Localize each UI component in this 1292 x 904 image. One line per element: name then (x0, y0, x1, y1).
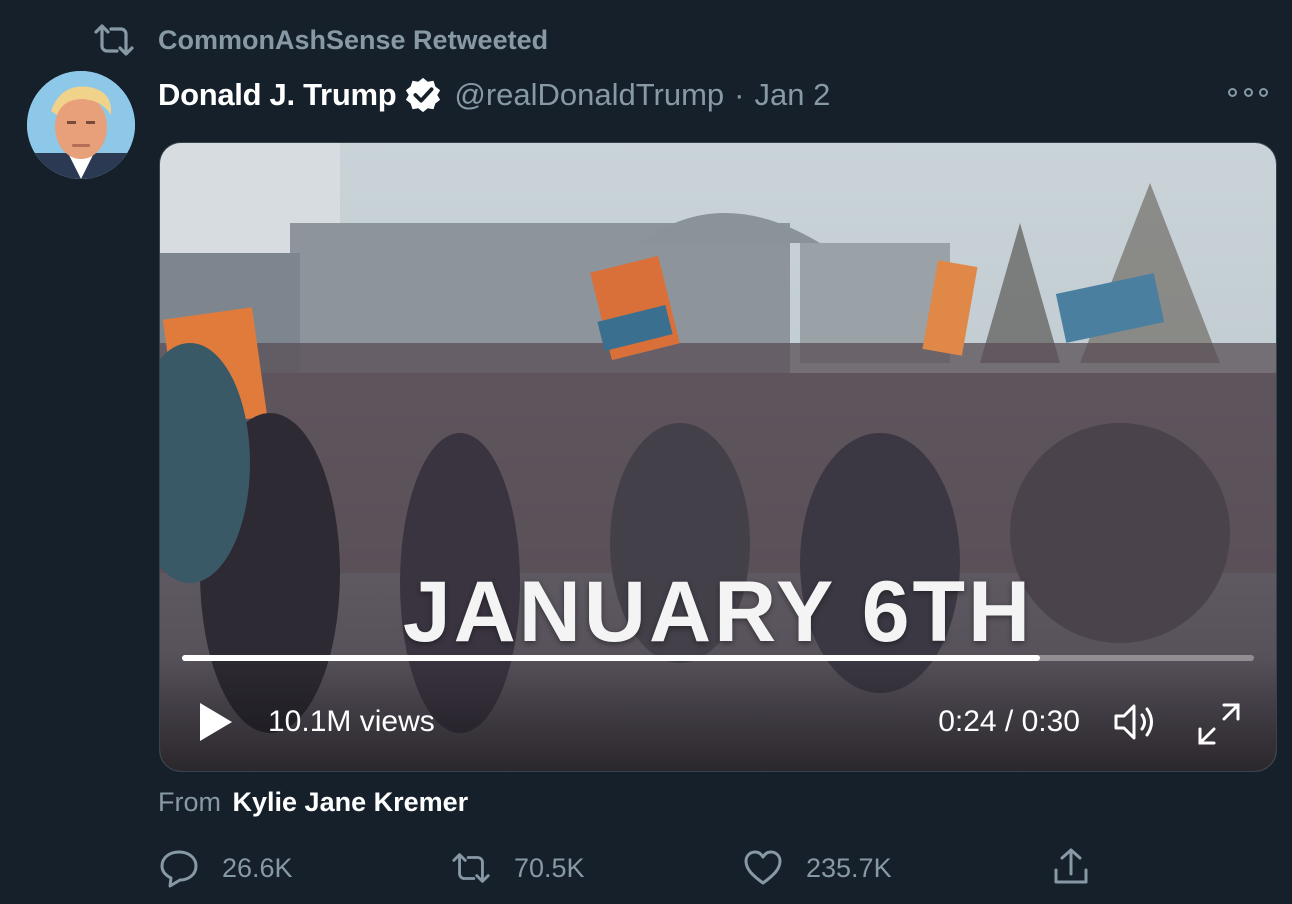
retweet-button[interactable]: 70.5K (450, 845, 585, 891)
video-progress-fill (182, 655, 1040, 661)
more-dot-icon (1228, 87, 1237, 97)
video-progress-bar[interactable] (182, 655, 1254, 661)
tweet-header: Donald J. Trump @realDonaldTrump · Jan 2 (158, 72, 830, 118)
view-count: 10.1M views (268, 705, 435, 738)
attribution: From Kylie Jane Kremer (158, 787, 468, 818)
tweet-date[interactable]: Jan 2 (755, 77, 831, 113)
like-count: 235.7K (806, 852, 892, 883)
avatar[interactable] (27, 71, 135, 179)
author-handle[interactable]: @realDonaldTrump (454, 77, 724, 113)
share-icon[interactable] (1050, 846, 1092, 888)
retweet-icon (94, 24, 134, 56)
from-label: From (158, 787, 221, 817)
video-player[interactable]: JANUARY 6TH 10.1M views 0:24 / 0:30 (159, 142, 1277, 772)
more-dot-icon (1259, 87, 1268, 97)
retweet-count: 70.5K (514, 852, 585, 883)
retweet-action-icon (452, 853, 490, 883)
reply-count: 26.6K (222, 852, 293, 883)
avatar-image (27, 71, 135, 179)
from-user-link[interactable]: Kylie Jane Kremer (233, 787, 469, 817)
separator-dot: · (734, 77, 745, 112)
play-icon[interactable] (198, 701, 234, 743)
more-options-button[interactable] (1228, 80, 1268, 104)
author-name[interactable]: Donald J. Trump (158, 77, 397, 113)
heart-icon (744, 850, 782, 885)
retweet-context[interactable]: CommonAshSense Retweeted (92, 20, 548, 60)
more-dot-icon (1243, 87, 1253, 97)
retweet-label: CommonAshSense Retweeted (158, 24, 549, 55)
fullscreen-icon[interactable] (1196, 701, 1242, 747)
video-overlay-text: JANUARY 6TH (402, 564, 1034, 660)
like-button[interactable]: 235.7K (742, 845, 892, 891)
verified-badge-icon (406, 77, 441, 113)
volume-icon[interactable] (1112, 701, 1160, 743)
reply-icon (160, 850, 198, 888)
video-time: 0:24 / 0:30 (938, 705, 1080, 738)
reply-button[interactable]: 26.6K (158, 845, 293, 891)
